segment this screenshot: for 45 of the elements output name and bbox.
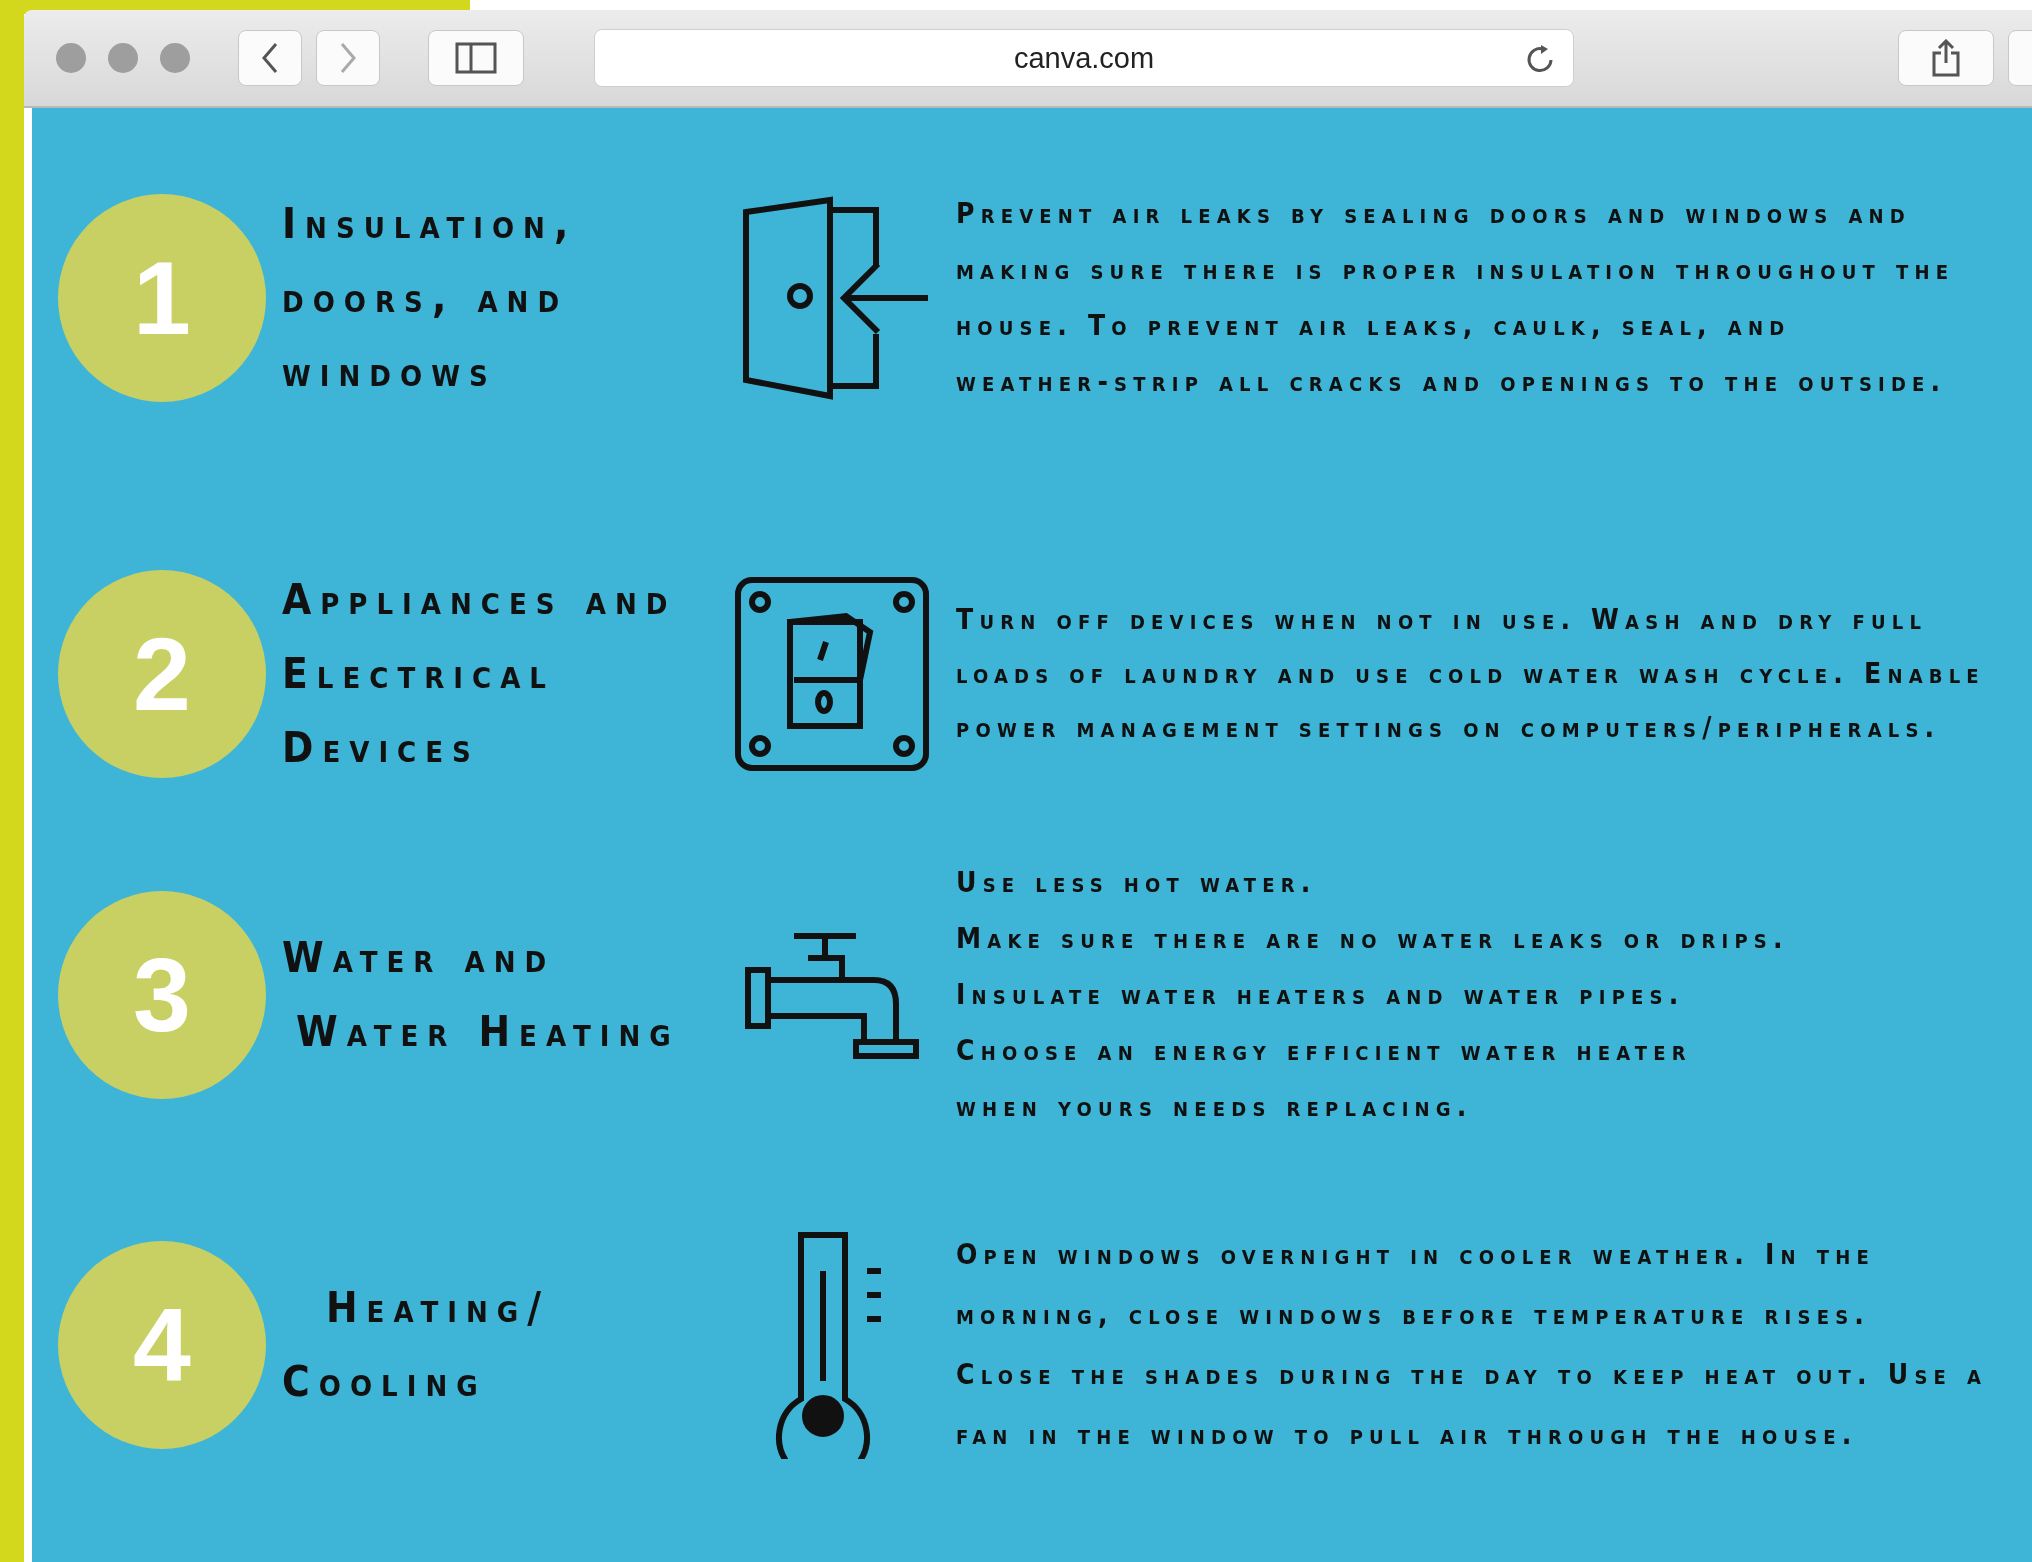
reload-icon[interactable]: [1525, 44, 1555, 74]
step-title: doors, and: [282, 272, 570, 324]
sidebar-icon: [455, 42, 497, 74]
faucet-icon: [744, 930, 920, 1060]
tip-text: weather-strip all cracks and openings to the outside.: [956, 367, 1948, 397]
tip-text: Choose an energy efficient water heater: [956, 1036, 1693, 1066]
tip-text: Prevent air leaks by sealing doors and windows and: [956, 199, 1912, 229]
step-number: 4: [58, 1241, 266, 1449]
tip-text: Use less hot water.: [956, 868, 1318, 898]
step-title: Insulation,: [282, 198, 579, 250]
tip-text: when yours needs replacing.: [956, 1092, 1474, 1122]
step-title: Cooling: [282, 1356, 488, 1408]
tip-text: morning, close windows before temperature rises.: [956, 1300, 1872, 1330]
forward-button[interactable]: [316, 30, 380, 86]
step-title: Heating/: [325, 1282, 551, 1334]
tip-text: Make sure there are no water leaks or drips.: [956, 924, 1789, 954]
tip-text: house. To prevent air leaks, caulk, seal, and: [956, 311, 1792, 341]
tip-text: making sure there is proper insulation throughout the: [956, 255, 1955, 285]
sidebar-button[interactable]: [428, 30, 524, 86]
step-title: Appliances and: [282, 574, 678, 626]
step-title: windows: [282, 346, 498, 398]
step-title: Electrical: [282, 648, 556, 700]
tip-text: Open windows overnight in cooler weather. In the: [956, 1240, 1876, 1270]
light-switch-icon: [734, 576, 930, 772]
address-bar[interactable]: canva.com: [594, 29, 1574, 87]
window-minimize-button[interactable]: [108, 43, 138, 73]
share-button[interactable]: [1898, 30, 1994, 86]
tip-text: loads of laundry and use cold water wash cycle. Enable: [956, 659, 1985, 689]
step-title: Water Heating: [295, 1006, 681, 1058]
tip-text: Turn off devices when not in use. Wash and dry full: [956, 605, 1929, 635]
tip-text: Insulate water heaters and water pipes.: [956, 980, 1686, 1010]
chevron-left-icon: [260, 42, 280, 74]
window-zoom-button[interactable]: [160, 43, 190, 73]
step-title: Water and: [282, 932, 557, 984]
step-number: 3: [58, 891, 266, 1099]
tip-text: Close the shades during the day to keep heat out. Use a: [956, 1360, 1988, 1390]
tip-text: fan in the window to pull air through the house.: [956, 1420, 1859, 1450]
window-close-button[interactable]: [56, 43, 86, 73]
step-number: 2: [58, 570, 266, 778]
step-number: 1: [58, 194, 266, 402]
share-icon: [1931, 39, 1961, 77]
back-button[interactable]: [238, 30, 302, 86]
chevron-right-icon: [338, 42, 358, 74]
tip-text: power management settings on computers/peripherals.: [956, 713, 1942, 743]
step-title: Devices: [282, 722, 481, 774]
